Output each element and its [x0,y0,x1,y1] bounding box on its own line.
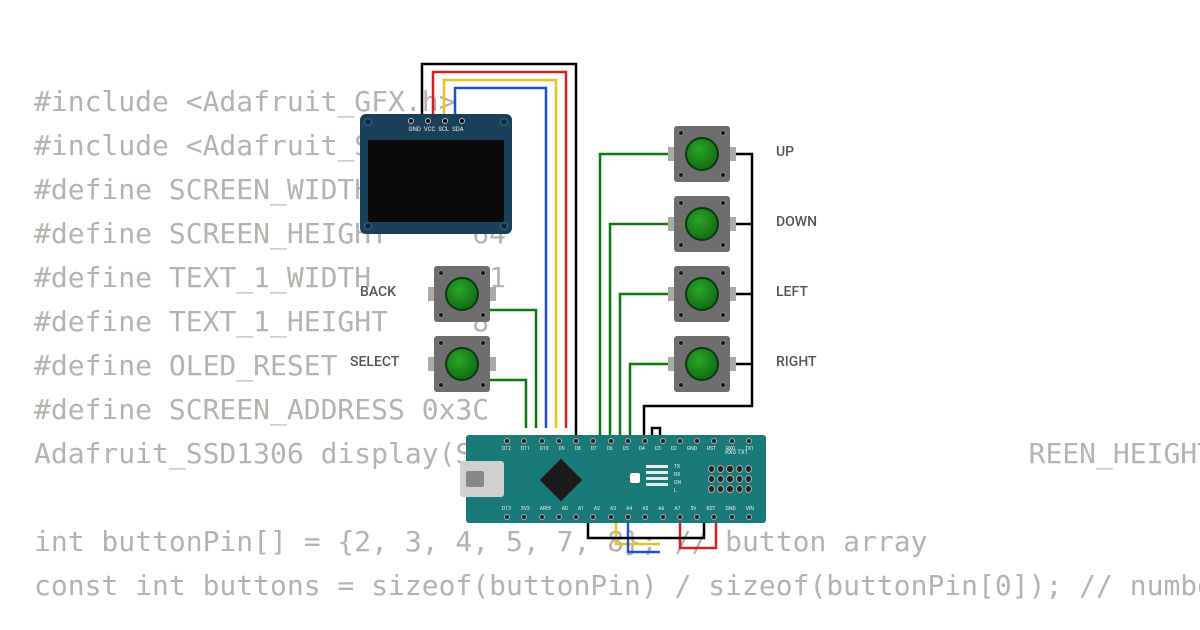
oled-pin-label: SDA [452,126,463,133]
button-back[interactable] [434,266,490,322]
wiring-diagram: GND VCC SCL SDA BACK SELECT UP DOWN LEFT [360,50,840,570]
label-select: SELECT [350,354,399,370]
oled-screen [368,140,504,222]
nano-pin-labels-bottom: D133V3AREFA0A1A2A3A4A5A6A75VRSTGNDVIN [502,506,754,512]
button-select[interactable] [434,336,490,392]
nano-led-labels: TX RX ON L [674,463,681,495]
nano-mcu-chip [540,459,582,501]
label-up: UP [776,144,794,160]
oled-pin-label: VCC [424,126,436,133]
button-left[interactable] [674,266,730,322]
label-down: DOWN [776,214,817,230]
nano-led [630,473,640,483]
oled-module: GND VCC SCL SDA [360,114,512,234]
nano-pin-row-bottom [504,514,752,520]
nano-proto-grid [708,465,752,493]
button-up[interactable] [674,126,730,182]
button-down[interactable] [674,196,730,252]
label-right: RIGHT [776,354,817,370]
nano-usb-port [460,461,504,497]
button-right[interactable] [674,336,730,392]
nano-pin-labels-top: D12D11D10D9D8D7D6D5D4D3D2GNDRSTRX0TX1 [502,446,754,452]
oled-pin-label: SCL [438,126,449,133]
oled-pin-label: GND [409,126,421,133]
nano-pin-row-top [504,438,752,444]
label-left: LEFT [776,284,808,300]
nano-solder-pads [646,465,668,493]
arduino-nano: TX RX ON L RX0 TX1 D12D11D10D9D8D7D6D5D4… [466,435,766,523]
label-back: BACK [360,284,396,300]
